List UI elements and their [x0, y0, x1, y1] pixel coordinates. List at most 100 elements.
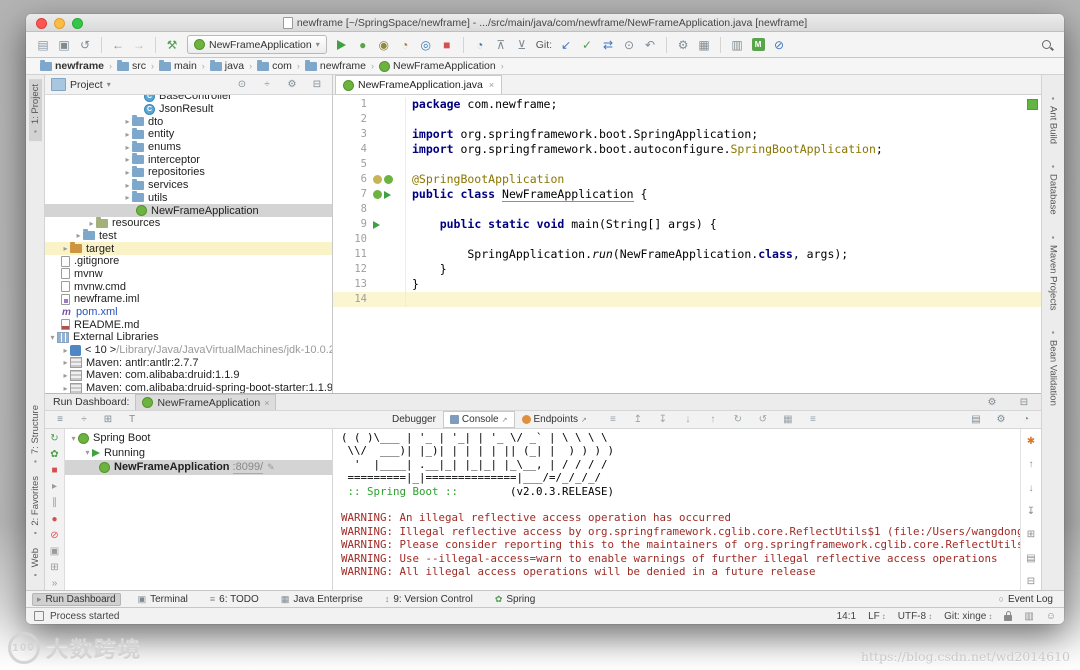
tree-row[interactable]: NewFrameApplication [45, 204, 332, 217]
close-run-tab-icon[interactable]: × [264, 398, 269, 408]
toolwindow-terminal[interactable]: ▣ Terminal [133, 593, 193, 606]
console-pane[interactable]: ( ( )\___ | '_ | '_| | '_ \/ _` | \ \ \ … [333, 429, 1041, 590]
toolwindow-java-enterprise[interactable]: ▦ Java Enterprise [276, 593, 368, 606]
tree-row[interactable]: ▸ Maven: com.alibaba:druid-spring-boot-st… [45, 382, 332, 393]
open-folder-icon[interactable]: ▤ [34, 36, 52, 54]
tree-row[interactable]: ▸ entity [45, 127, 332, 141]
code-line[interactable]: 3 import org.springframework.boot.SpringA… [333, 127, 1041, 142]
code-line[interactable]: 9 public static void main(String[] args)… [333, 217, 1041, 232]
code-line[interactable]: 2 [333, 112, 1041, 127]
resume-icon[interactable]: ▸ [46, 481, 64, 493]
collapsed-arrow-icon[interactable]: ▸ [61, 371, 70, 380]
tool-stripe-7-structure[interactable]: ▪ 7: Structure [29, 400, 42, 471]
code-area[interactable]: 1 package com.newframe; 2 3 import org.sprin… [333, 95, 1041, 393]
run-class-icon[interactable] [384, 190, 391, 199]
status-icon[interactable] [34, 611, 44, 621]
collapsed-arrow-icon[interactable]: ▸ [61, 384, 70, 393]
adjust-icon[interactable]: ≡ [804, 411, 822, 429]
layout-grid-icon[interactable]: ⊞ [46, 562, 64, 574]
rollback-icon[interactable]: ↶ [641, 36, 659, 54]
disable-plugin-icon[interactable]: ⊘ [770, 36, 788, 54]
title-bar[interactable]: newframe [~/SpringSpace/newframe] - .../… [26, 14, 1064, 32]
update-app-icon[interactable]: ⊼ [492, 36, 510, 54]
code-line[interactable]: 13} [333, 277, 1041, 292]
tool-stripe-1-project[interactable]: ▪ 1: Project [28, 79, 42, 142]
tree-row[interactable]: ▸ Maven: antlr:antlr:2.7.7 [45, 356, 332, 369]
back-icon[interactable]: ← [109, 36, 127, 54]
code-line[interactable]: 10 [333, 232, 1041, 247]
collapsed-arrow-icon[interactable]: ▸ [61, 244, 70, 253]
expanded-arrow-icon[interactable]: ▾ [48, 333, 57, 342]
collapse-icon[interactable]: ÷ [75, 411, 93, 429]
editor[interactable]: NewFrameApplication.java × 1 package com.… [333, 75, 1041, 393]
vcs-update-icon[interactable]: ↙ [557, 36, 575, 54]
stop-icon[interactable]: ■ [438, 36, 456, 54]
tree-row[interactable]: mvnw [45, 268, 332, 281]
annotation-gutter-icon[interactable] [373, 175, 382, 184]
vcs-push-icon[interactable]: ⇄ [599, 36, 617, 54]
panel-settings-icon[interactable]: ⚙ [283, 76, 301, 94]
close-window-button[interactable] [36, 18, 47, 29]
tree-row[interactable]: ▸ enums [45, 140, 332, 154]
chevron-down-icon[interactable]: ▾ [107, 80, 111, 89]
code-line[interactable]: 4 import org.springframework.boot.autocon… [333, 142, 1041, 157]
tree-row[interactable]: ▸ test [45, 229, 332, 243]
toolwindow-9-version-control[interactable]: ↕ 9: Version Control [380, 593, 478, 606]
dashboard-settings-icon[interactable]: ⚙ [983, 393, 1001, 411]
breadcrumb-item-newframe[interactable]: newframe [303, 59, 368, 72]
tree-row[interactable]: ▸ resources [45, 216, 332, 230]
group-icon[interactable]: ⊞ [99, 411, 117, 429]
collapsed-arrow-icon[interactable]: ▸ [123, 143, 132, 152]
mute-breakpoints-icon[interactable]: ⊘ [46, 529, 64, 541]
run-tree-row[interactable]: ▾ Running [65, 446, 332, 461]
forward-icon[interactable]: → [130, 36, 148, 54]
breadcrumb-item-com[interactable]: com [255, 59, 294, 72]
search-everywhere-icon[interactable]: ◔ [471, 36, 489, 54]
code-line[interactable]: 6 @SpringBootApplication [333, 172, 1041, 187]
code-line[interactable]: 12 } [333, 262, 1041, 277]
undo-icon[interactable]: ↺ [754, 411, 772, 429]
snapshot-icon[interactable]: ▣ [46, 545, 64, 557]
collapsed-arrow-icon[interactable]: ▸ [123, 130, 132, 139]
toolwindow-run-dashboard[interactable]: ▸ Run Dashboard [32, 592, 121, 606]
tool-stripe-ant-build[interactable]: ▪ Ant Build [1047, 89, 1060, 149]
spring-bean-icon[interactable] [384, 175, 393, 184]
collapsed-arrow-icon[interactable]: ▸ [87, 219, 96, 228]
status-widget-utf-8[interactable]: UTF-8 ↕ [898, 611, 932, 622]
run-configuration-select[interactable]: NewFrameApplication ▾ [187, 35, 327, 54]
tab-console[interactable]: Console ↗ [442, 411, 515, 428]
scroll-up-icon[interactable]: ↑ [1022, 456, 1040, 472]
hide-dashboard-icon[interactable]: ⊟ [1015, 393, 1033, 411]
scroll-down-icon[interactable]: ↓ [1022, 480, 1040, 496]
breadcrumb-item-NewFrameApplication[interactable]: NewFrameApplication [377, 60, 498, 72]
attach-icon[interactable]: ◎ [417, 36, 435, 54]
project-structure-icon[interactable]: ▦ [695, 36, 713, 54]
down-arrow-icon[interactable]: ↧ [654, 411, 672, 429]
rerun-icon[interactable]: ↻ [46, 432, 64, 444]
down2-icon[interactable]: ↓ [679, 411, 697, 429]
stop-process-icon[interactable]: ■ [46, 464, 64, 476]
tool-stripe-web[interactable]: ▪ Web [29, 543, 42, 584]
breadcrumb-item-java[interactable]: java [208, 59, 246, 72]
tab-debugger[interactable]: Debugger [386, 412, 442, 427]
filter-icon[interactable]: T [123, 411, 141, 429]
search-icon[interactable] [1038, 36, 1056, 54]
tree-row[interactable]: ▸ Maven: com.alibaba:druid:1.1.9 [45, 369, 332, 382]
tree-row[interactable]: README.md [45, 318, 332, 331]
tree-row[interactable]: .gitignore [45, 255, 332, 268]
run-button[interactable] [333, 36, 351, 54]
up-icon[interactable]: ↑ [704, 411, 722, 429]
code-line[interactable]: 8 [333, 202, 1041, 217]
collapsed-arrow-icon[interactable]: ▸ [61, 358, 70, 367]
expanded-arrow-icon[interactable]: ▾ [83, 448, 92, 457]
hotswap-icon[interactable]: ⊻ [513, 36, 531, 54]
console-output[interactable]: ( ( )\___ | '_ | '_| | '_ \/ _` | \ \ \ … [333, 429, 1020, 590]
plugin-m-icon[interactable]: M [749, 36, 767, 54]
collapsed-arrow-icon[interactable]: ▸ [123, 117, 132, 126]
tool-stripe-bean-validation[interactable]: ▪ Bean Validation [1047, 323, 1060, 411]
breadcrumb-item-newframe[interactable]: newframe [38, 59, 106, 72]
code-line[interactable]: 7 public class NewFrameApplication { [333, 187, 1041, 202]
save-all-icon[interactable]: ▣ [55, 36, 73, 54]
status-widget-14-1[interactable]: 14:1 [837, 611, 856, 622]
inspection-status-icon[interactable] [1027, 99, 1038, 110]
